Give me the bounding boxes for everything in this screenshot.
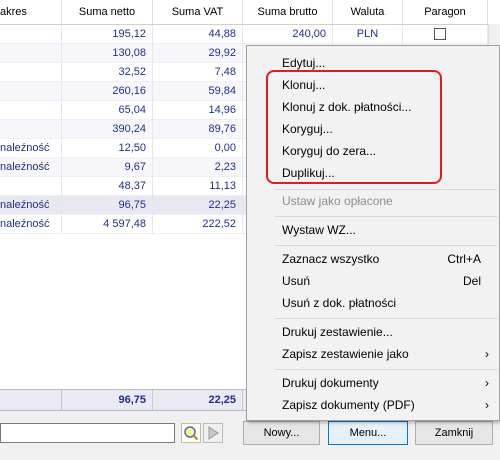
- shortcut-del: Del: [462, 274, 481, 288]
- search-input[interactable]: [0, 423, 175, 443]
- menu-item-print-summary-label: Drukuj zestawienie...: [282, 325, 393, 339]
- column-header-currency[interactable]: Waluta: [333, 0, 403, 24]
- cell-vat: 22,25: [153, 196, 243, 215]
- shortcut-ctrl-a: Ctrl+A: [447, 252, 481, 266]
- menu-item-print-documents-label: Drukuj dokumenty: [282, 376, 379, 390]
- menu-separator: [275, 318, 497, 319]
- menu-item-delete-label: Usuń: [282, 274, 311, 288]
- menu-separator: [275, 245, 497, 246]
- cell-akres: [0, 177, 62, 196]
- menu-item-delete[interactable]: Usuń Del: [247, 270, 499, 292]
- menu-button[interactable]: Menu...: [328, 421, 408, 445]
- menu-item-save-documents-pdf[interactable]: Zapisz dokumenty (PDF) ›: [247, 394, 499, 416]
- menu-separator: [275, 216, 497, 217]
- new-button[interactable]: Nowy...: [243, 421, 320, 445]
- submenu-arrow-icon: ›: [485, 376, 489, 390]
- menu-item-select-all-label: Zaznacz wszystko: [282, 252, 380, 266]
- column-header-vat[interactable]: Suma VAT: [153, 0, 243, 24]
- cell-akres: [0, 44, 62, 63]
- cell-gross: 240,00: [243, 25, 333, 44]
- submenu-arrow-icon: ›: [485, 398, 489, 412]
- cell-akres: [0, 63, 62, 82]
- cell-net: 390,24: [62, 120, 153, 139]
- menu-item-delete-payment-label: Usuń z dok. płatności: [282, 296, 397, 310]
- cell-akres: naleźność: [0, 196, 62, 215]
- cell-akres: naleźność: [0, 139, 62, 158]
- menu-item-delete-payment[interactable]: Usuń z dok. płatności: [247, 292, 499, 314]
- cell-akres: [0, 82, 62, 101]
- totals-cell-empty: [0, 390, 62, 410]
- column-header-gross[interactable]: Suma brutto: [243, 0, 333, 24]
- menu-item-issue-wz-label: Wystaw WZ...: [282, 223, 356, 237]
- cell-net: 12,50: [62, 139, 153, 158]
- cell-vat: 7,48: [153, 63, 243, 82]
- menu-item-select-all[interactable]: Zaznacz wszystko Ctrl+A: [247, 248, 499, 270]
- cell-vat: 0,00: [153, 139, 243, 158]
- menu-item-save-documents-pdf-label: Zapisz dokumenty (PDF): [282, 398, 415, 412]
- cell-vat: 14,96: [153, 101, 243, 120]
- close-button-label: Zamknij: [434, 427, 474, 439]
- menu-item-save-summary-as[interactable]: Zapisz zestawienie jako ›: [247, 343, 499, 365]
- table-row[interactable]: 195,12 44,88 240,00 PLN: [0, 25, 500, 44]
- cell-net: 130,08: [62, 44, 153, 63]
- cell-net: 48,37: [62, 177, 153, 196]
- receipt-checkbox[interactable]: [434, 28, 446, 40]
- next-button[interactable]: [203, 423, 223, 443]
- column-header-net[interactable]: Suma netto: [62, 0, 153, 24]
- cell-vat: 11,13: [153, 177, 243, 196]
- cell-vat: 222,52: [153, 215, 243, 234]
- table-header: akres Suma netto Suma VAT Suma brutto Wa…: [0, 0, 500, 25]
- cell-net: 195,12: [62, 25, 153, 44]
- new-button-label: Nowy...: [263, 427, 300, 439]
- total-net: 96,75: [62, 390, 153, 410]
- menu-item-print-documents[interactable]: Drukuj dokumenty ›: [247, 372, 499, 394]
- total-vat: 22,25: [153, 390, 243, 410]
- cell-net: 260,16: [62, 82, 153, 101]
- search-button[interactable]: [181, 423, 201, 443]
- cell-vat: 44,88: [153, 25, 243, 44]
- cell-net: 9,67: [62, 158, 153, 177]
- submenu-arrow-icon: ›: [485, 347, 489, 361]
- menu-item-set-paid-label: Ustaw jako opłacone: [282, 194, 393, 208]
- cell-net: 96,75: [62, 196, 153, 215]
- menu-item-set-paid: Ustaw jako opłacone: [247, 190, 499, 212]
- cell-net: 4 597,48: [62, 215, 153, 234]
- cell-akres: naleźność: [0, 158, 62, 177]
- cell-akres: [0, 25, 62, 44]
- column-header-akres[interactable]: akres: [0, 0, 62, 24]
- cell-akres: [0, 101, 62, 120]
- highlight-annotation: [266, 70, 442, 184]
- menu-button-label: Menu...: [349, 427, 387, 439]
- cell-vat: 59,84: [153, 82, 243, 101]
- close-button[interactable]: Zamknij: [415, 421, 493, 445]
- cell-currency: PLN: [333, 25, 403, 44]
- cell-akres: [0, 120, 62, 139]
- menu-item-save-summary-as-label: Zapisz zestawienie jako: [282, 347, 409, 361]
- menu-item-issue-wz[interactable]: Wystaw WZ...: [247, 219, 499, 241]
- cell-vat: 89,76: [153, 120, 243, 139]
- cell-net: 32,52: [62, 63, 153, 82]
- cell-net: 65,04: [62, 101, 153, 120]
- magnifier-icon: [184, 426, 199, 441]
- menu-item-print-summary[interactable]: Drukuj zestawienie...: [247, 321, 499, 343]
- play-arrow-icon: [208, 426, 219, 440]
- cell-vat: 29,92: [153, 44, 243, 63]
- menu-separator: [275, 369, 497, 370]
- column-header-receipt[interactable]: Paragon: [403, 0, 488, 24]
- cell-vat: 2,23: [153, 158, 243, 177]
- cell-akres: naleźność: [0, 215, 62, 234]
